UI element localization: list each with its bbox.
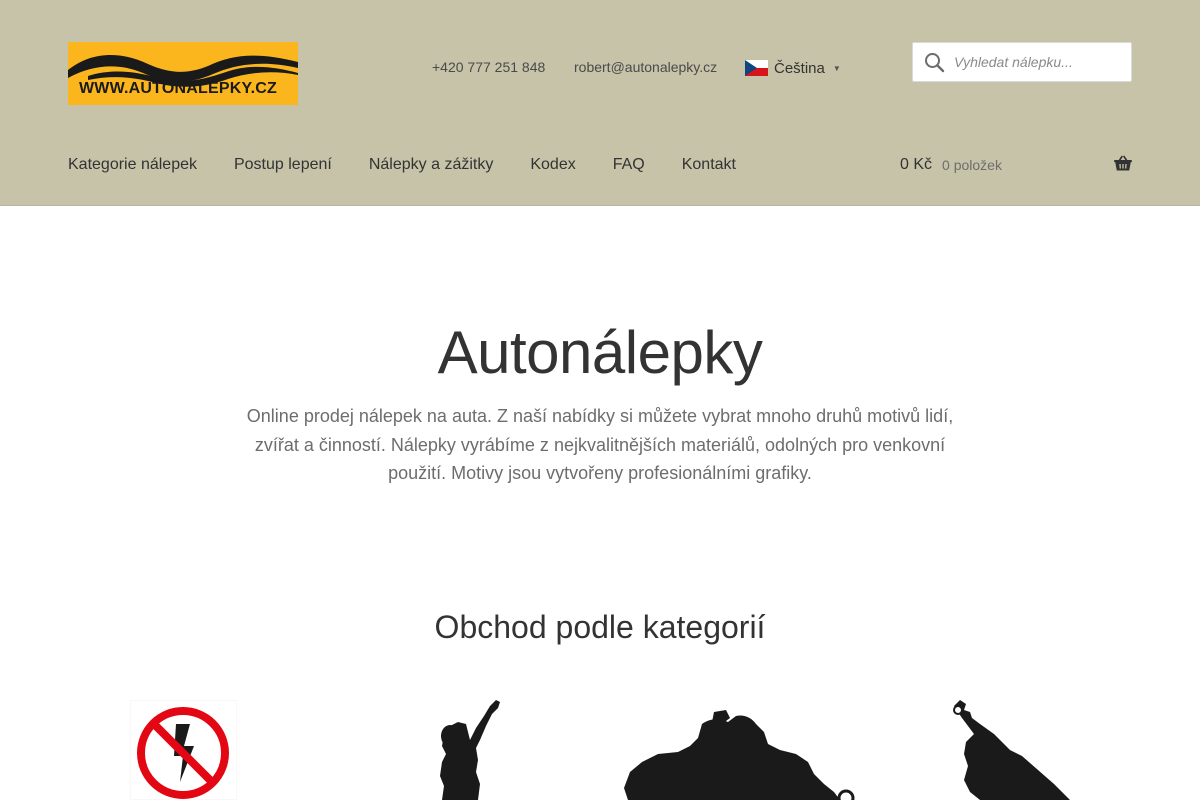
categories-title: Obchod podle kategorií bbox=[434, 609, 766, 645]
site-header: WWW.AUTONALEPKY.CZ +420 777 251 848 robe… bbox=[0, 0, 1200, 206]
nav-item-nalepky-a-zazitky[interactable]: Nálepky a zážitky bbox=[369, 156, 494, 174]
caret-down-icon: ▼ bbox=[832, 63, 841, 73]
atv-rider-silhouette-icon[interactable] bbox=[618, 700, 858, 800]
main-navigation: Kategorie nálepek Postup lepení Nálepky … bbox=[68, 156, 773, 174]
cart-summary[interactable]: 0 Kč 0 položek bbox=[900, 155, 1132, 174]
child-silhouette-icon[interactable] bbox=[436, 700, 506, 800]
phone-number[interactable]: +420 777 251 848 bbox=[432, 59, 545, 75]
nav-item-kodex[interactable]: Kodex bbox=[530, 156, 575, 174]
nav-item-faq[interactable]: FAQ bbox=[613, 156, 645, 174]
search-box bbox=[912, 42, 1132, 82]
search-icon[interactable] bbox=[923, 51, 945, 73]
language-switcher[interactable]: Čeština ▼ bbox=[745, 58, 841, 78]
email-address[interactable]: robert@autonalepky.cz bbox=[574, 59, 717, 75]
cart-amount: 0 Kč bbox=[900, 156, 933, 173]
no-electricity-sign-icon[interactable] bbox=[130, 700, 237, 800]
basket-icon[interactable] bbox=[1114, 155, 1132, 173]
search-input[interactable] bbox=[954, 54, 1124, 70]
site-logo[interactable]: WWW.AUTONALEPKY.CZ bbox=[68, 42, 298, 105]
language-label: Čeština bbox=[774, 59, 825, 77]
cello-silhouette-icon[interactable] bbox=[950, 700, 1080, 800]
nav-item-kontakt[interactable]: Kontakt bbox=[682, 156, 736, 174]
czech-flag-icon bbox=[745, 60, 768, 76]
cart-item-count: 0 položek bbox=[942, 157, 1002, 173]
page-title: Autonálepky bbox=[437, 319, 763, 386]
nav-item-kategorie-nalepek[interactable]: Kategorie nálepek bbox=[68, 156, 197, 174]
nav-item-postup-lepeni[interactable]: Postup lepení bbox=[234, 156, 332, 174]
page-description: Online prodej nálepek na auta. Z naší na… bbox=[246, 406, 954, 483]
logo-text: WWW.AUTONALEPKY.CZ bbox=[79, 80, 277, 97]
